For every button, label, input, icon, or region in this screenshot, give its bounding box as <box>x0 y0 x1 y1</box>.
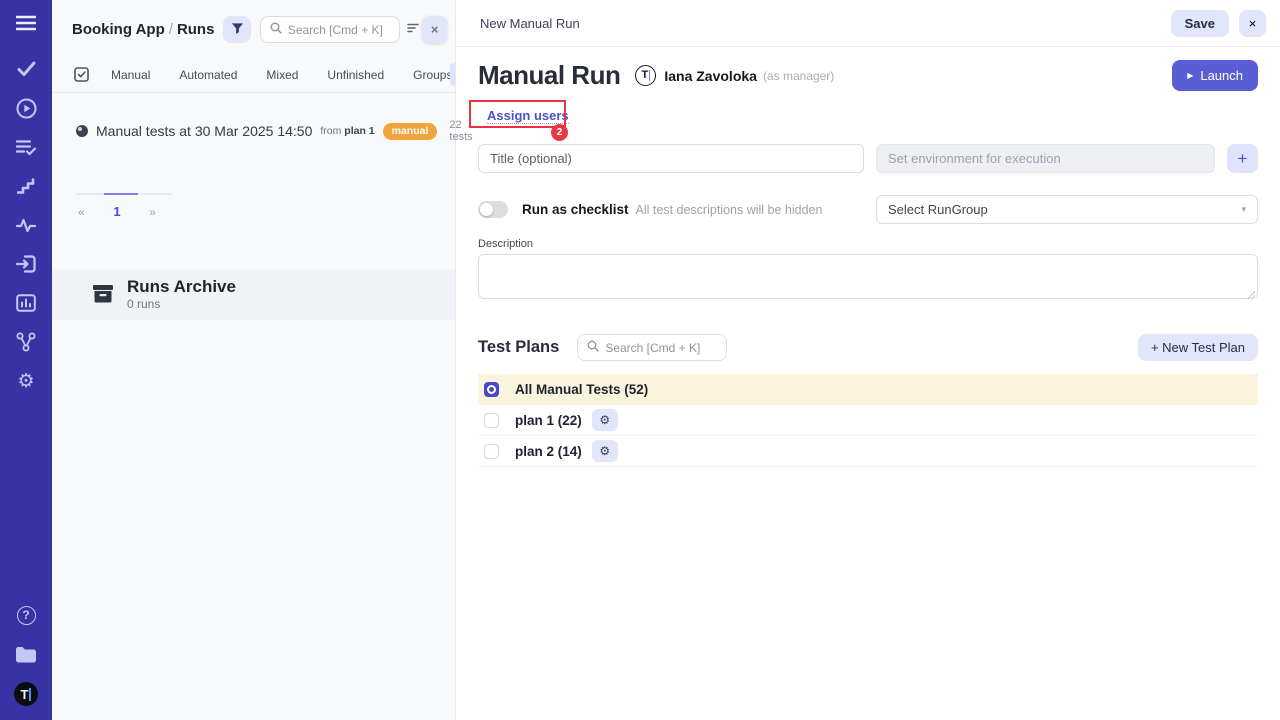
branch-icon[interactable] <box>15 331 37 353</box>
checklist-hint: All test descriptions will be hidden <box>636 203 823 217</box>
breadcrumb-page: Runs <box>177 21 215 38</box>
test-plan-label: All Manual Tests (52) <box>515 382 648 397</box>
breadcrumb: Booking App/Runs <box>72 21 214 38</box>
test-plans-search[interactable] <box>577 334 727 361</box>
chevron-down-icon: ▾ <box>1241 205 1246 215</box>
owner-role: (as manager) <box>763 69 834 83</box>
owner-avatar: T <box>635 65 656 86</box>
main-header: New Manual Run Save × <box>456 0 1280 47</box>
close-button[interactable]: × <box>1239 10 1266 37</box>
icon-sidebar: ⚙ ? T <box>0 0 52 720</box>
panel-close-button[interactable]: × <box>422 16 447 43</box>
archive-box-icon <box>92 284 114 304</box>
runs-archive-row[interactable]: Runs Archive 0 runs <box>52 269 455 320</box>
plan-settings-gear-button[interactable]: ⚙ <box>592 440 618 462</box>
add-environment-button[interactable]: + <box>1227 144 1258 173</box>
run-tests-count: 22 tests <box>449 119 472 143</box>
checkbox-unchecked[interactable] <box>484 444 499 459</box>
app-window: ⚙ ? T Booking App/Runs × <box>0 0 1280 720</box>
run-title: Manual tests at 30 Mar 2025 14:50 <box>96 123 312 139</box>
owner-name: Iana Zavoloka <box>664 68 757 84</box>
select-all-checkbox-icon[interactable] <box>74 67 89 82</box>
runs-search-input[interactable] <box>288 23 391 37</box>
tab-overflow-sliver <box>450 63 455 86</box>
gear-icon[interactable]: ⚙ <box>15 370 37 392</box>
test-plan-row-plan-2[interactable]: plan 2 (14) ⚙ <box>478 436 1258 467</box>
page-title: New Manual Run <box>480 16 580 31</box>
test-plans-search-input[interactable] <box>605 341 717 355</box>
list-check-icon[interactable] <box>15 136 37 158</box>
tab-groups[interactable]: Groups <box>413 68 452 82</box>
run-globe-icon <box>76 125 88 137</box>
tab-unfinished[interactable]: Unfinished <box>327 68 384 82</box>
test-plan-label: plan 2 (14) <box>515 444 582 459</box>
run-as-checklist-toggle[interactable] <box>478 201 508 218</box>
runs-panel: Booking App/Runs × Manual Automated Mixe… <box>52 0 456 720</box>
checkbox-checked[interactable] <box>484 382 499 397</box>
rungroup-select[interactable]: Select RunGroup ▾ <box>876 195 1258 224</box>
search-icon <box>587 339 599 357</box>
import-icon[interactable] <box>15 253 37 275</box>
test-plan-label: plan 1 (22) <box>515 413 582 428</box>
run-plan-name: plan 1 <box>344 125 374 137</box>
run-from: from plan 1 <box>320 125 374 137</box>
menu-icon[interactable] <box>15 12 37 34</box>
launch-button[interactable]: ▶ Launch <box>1172 60 1258 91</box>
run-type-badge: manual <box>383 123 438 140</box>
description-label: Description <box>478 238 1258 250</box>
annotation-step-badge: 2 <box>551 124 568 141</box>
plan-settings-gear-button[interactable]: ⚙ <box>592 409 618 431</box>
title-input[interactable] <box>478 144 864 173</box>
funnel-icon <box>231 22 244 38</box>
filter-button[interactable] <box>223 16 250 43</box>
runs-search[interactable] <box>260 16 401 43</box>
help-icon[interactable]: ? <box>15 604 37 626</box>
sort-icon[interactable] <box>407 21 419 39</box>
app-logo[interactable]: T <box>14 682 38 706</box>
runs-tabs: Manual Automated Mixed Unfinished Groups <box>52 57 455 93</box>
save-button[interactable]: Save <box>1171 10 1229 37</box>
checkbox-unchecked[interactable] <box>484 413 499 428</box>
tab-mixed[interactable]: Mixed <box>266 68 298 82</box>
tab-automated[interactable]: Automated <box>179 68 237 82</box>
report-chart-icon[interactable] <box>15 292 37 314</box>
description-textarea[interactable] <box>478 254 1258 299</box>
new-test-plan-button[interactable]: + New Test Plan <box>1138 334 1258 361</box>
tab-manual[interactable]: Manual <box>111 68 150 82</box>
pagination-page-1[interactable]: 1 <box>113 204 120 219</box>
runs-panel-header: Booking App/Runs × <box>52 0 455 57</box>
pagination-next-button[interactable]: » <box>149 205 156 219</box>
rungroup-value: Select RunGroup <box>888 202 988 217</box>
check-icon[interactable] <box>15 58 37 80</box>
test-plans-list: All Manual Tests (52) plan 1 (22) ⚙ plan… <box>478 374 1258 467</box>
run-heading-row: Manual Run T Iana Zavoloka (as manager) … <box>478 60 1258 91</box>
run-form: + Run as checklist All test descriptions… <box>478 144 1258 304</box>
archive-count: 0 runs <box>127 297 236 311</box>
search-icon <box>270 21 282 39</box>
play-icon: ▶ <box>1187 71 1193 80</box>
run-list-item[interactable]: Manual tests at 30 Mar 2025 14:50 from p… <box>52 105 455 153</box>
play-circle-icon[interactable] <box>15 97 37 119</box>
assign-users-row: Assign users 2 <box>478 102 1258 138</box>
test-plans-section: Test Plans + New Test Plan All Manual Te… <box>478 334 1258 467</box>
pagination-prev-button[interactable]: « <box>78 205 85 219</box>
main-panel: New Manual Run Save × Manual Run T Iana … <box>456 0 1280 720</box>
pagination: « 1 » <box>76 193 172 219</box>
steps-icon[interactable] <box>15 175 37 197</box>
folder-icon[interactable] <box>15 643 37 665</box>
run-heading: Manual Run <box>478 60 620 91</box>
test-plan-row-all-manual[interactable]: All Manual Tests (52) <box>478 374 1258 405</box>
environment-input[interactable] <box>876 144 1215 173</box>
archive-title: Runs Archive <box>127 277 236 297</box>
pagination-active-indicator <box>104 193 138 195</box>
breadcrumb-separator: / <box>165 21 177 38</box>
test-plan-row-plan-1[interactable]: plan 1 (22) ⚙ <box>478 405 1258 436</box>
run-form-content: Manual Run T Iana Zavoloka (as manager) … <box>456 47 1280 467</box>
assign-users-link[interactable]: Assign users <box>487 108 569 124</box>
breadcrumb-project[interactable]: Booking App <box>72 21 165 38</box>
pulse-icon[interactable] <box>15 214 37 236</box>
checklist-label: Run as checklist <box>522 202 629 217</box>
test-plans-heading: Test Plans <box>478 338 559 357</box>
